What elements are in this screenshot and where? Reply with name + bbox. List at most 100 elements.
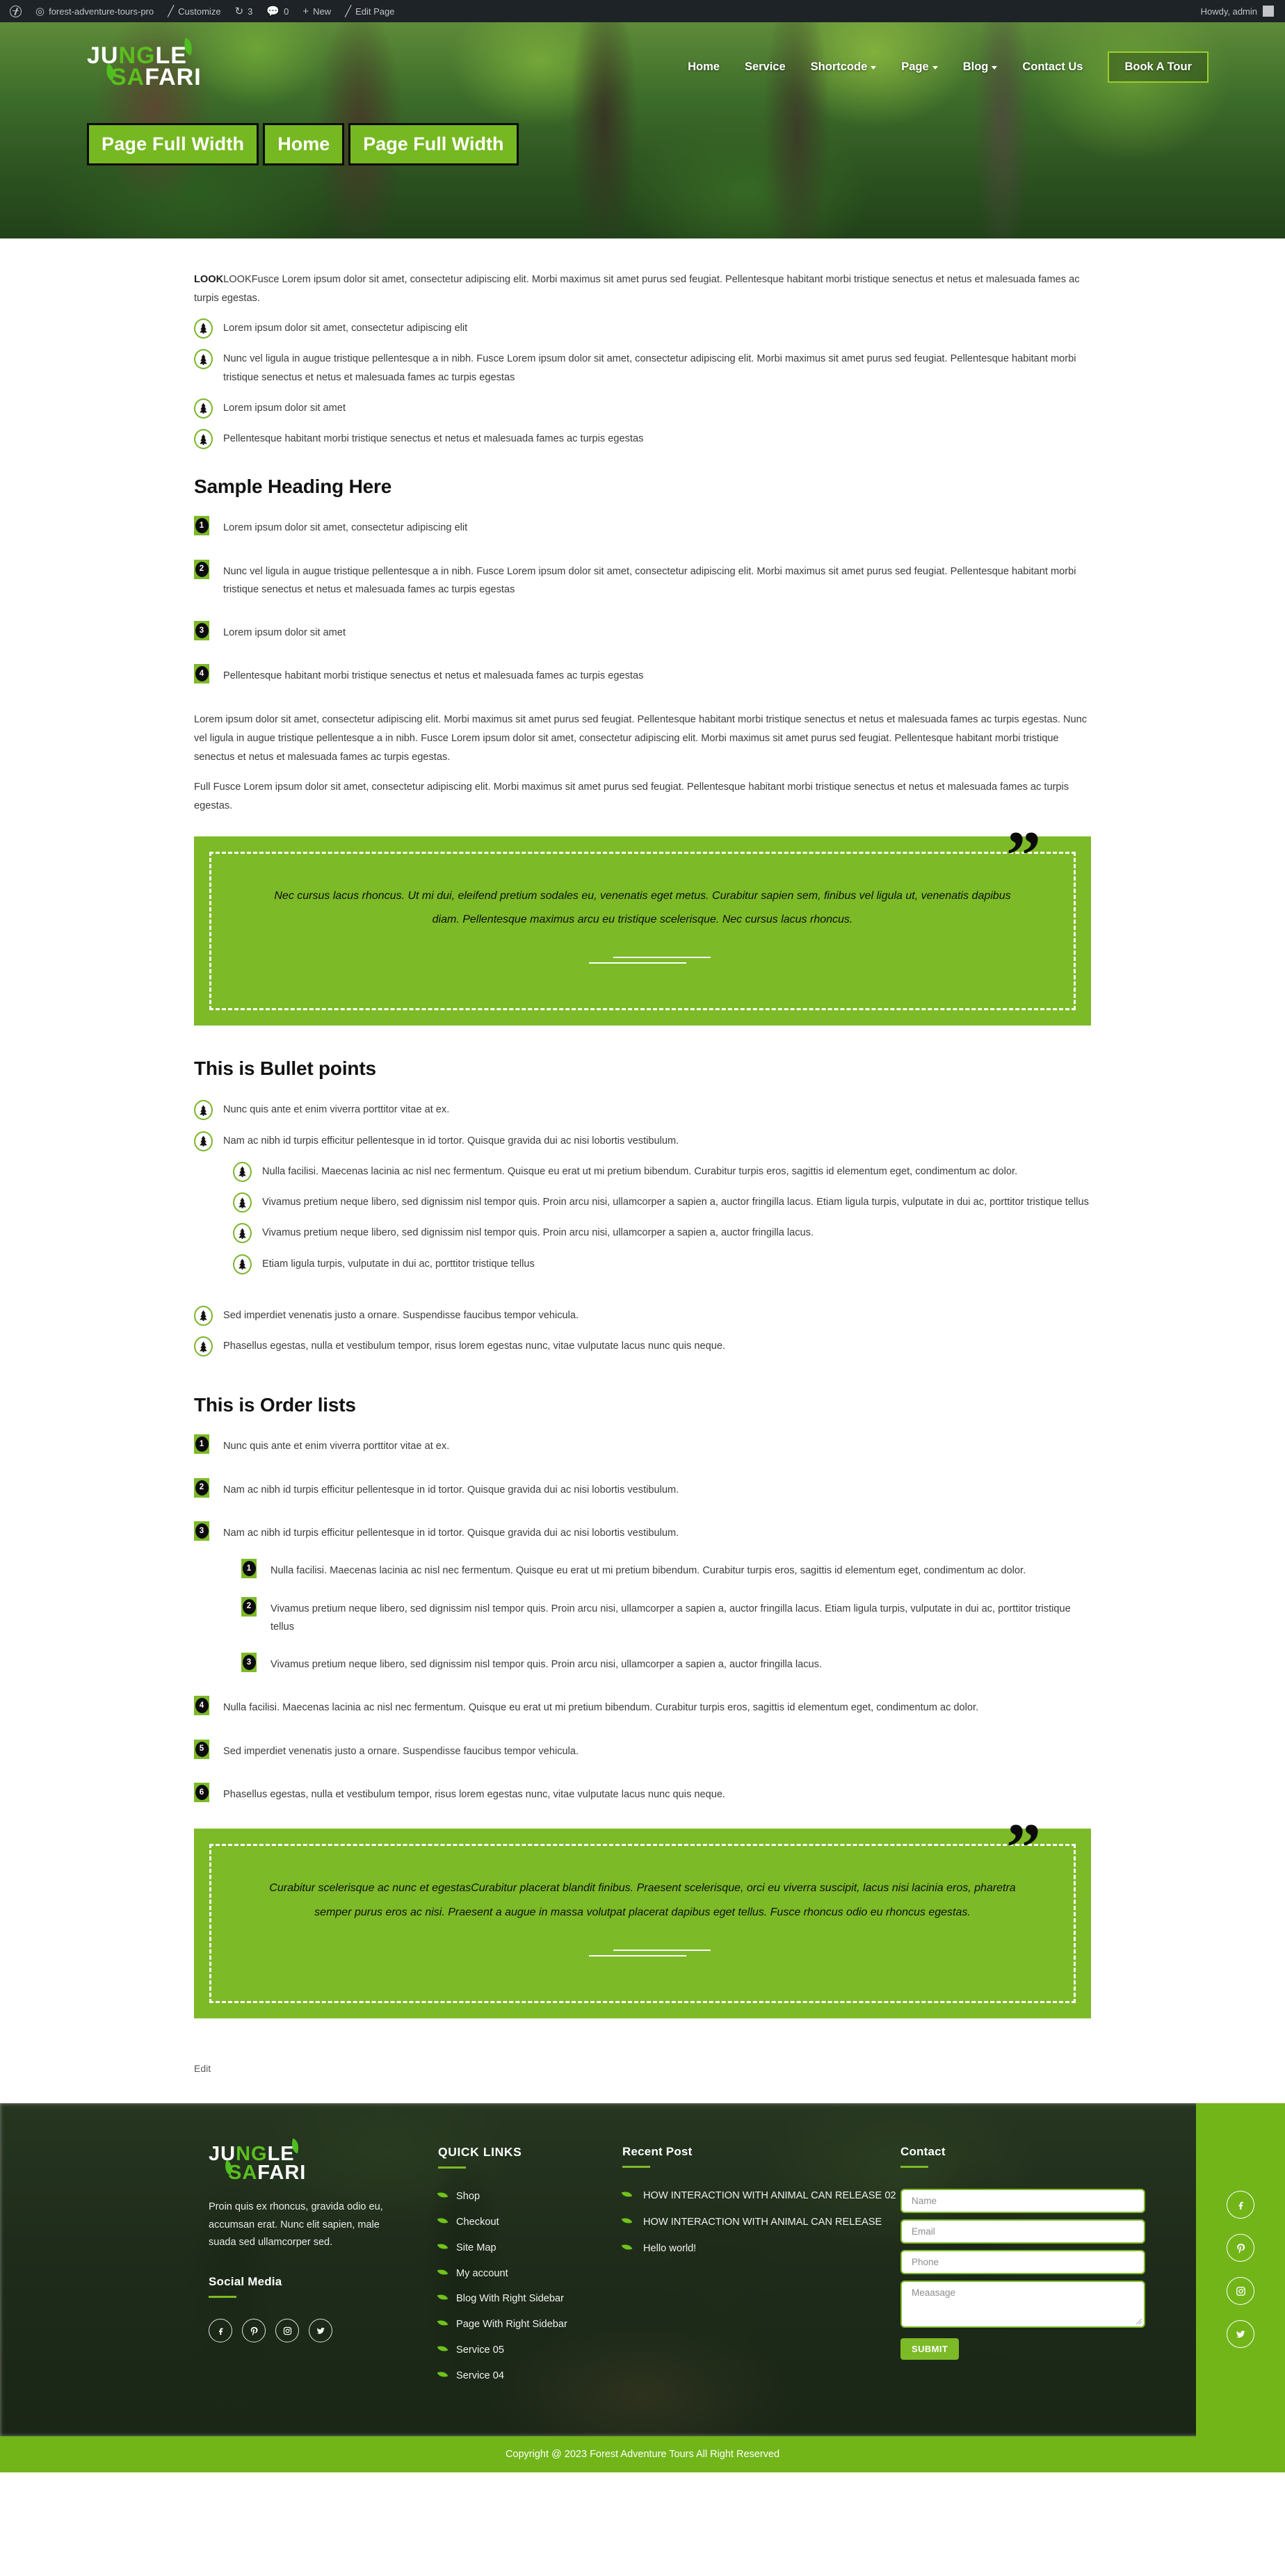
instagram-icon[interactable] <box>1227 2277 1254 2306</box>
leaf-icon <box>437 2189 448 2200</box>
number-badge: 1 <box>242 1561 256 1577</box>
sample-ordered-list: 1 Lorem ipsum dolor sit amet, consectetu… <box>194 516 1091 685</box>
list-item: Nulla facilisi. Maecenas lacinia ac nisl… <box>233 1161 1091 1182</box>
leaf-icon <box>437 2292 448 2303</box>
nav-item-page[interactable]: Page <box>889 56 950 78</box>
nav-item-contact-us[interactable]: Contact Us <box>1010 56 1095 78</box>
instagram-icon[interactable] <box>275 2319 299 2343</box>
intro-paragraph-text: LOOKFusce Lorem ipsum dolor sit amet, co… <box>194 274 1080 304</box>
leaf-icon <box>621 2216 633 2226</box>
quick-link-label: Page With Right Sidebar <box>456 2319 567 2331</box>
site-name-menu[interactable]: ◎ forest-adventure-tours-pro <box>29 0 161 22</box>
intro-bold-label: LOOK <box>194 274 224 285</box>
number-badge: 3 <box>195 1523 209 1539</box>
breadcrumb-item-home[interactable]: Home <box>263 123 345 165</box>
site-header-hero: JUNGLE SAFARI Home Service Shortcode Pag… <box>0 22 1285 238</box>
list-item[interactable]: Site Map <box>437 2241 622 2256</box>
twitter-icon[interactable] <box>1227 2320 1254 2349</box>
number-marker: 1 <box>194 516 209 536</box>
comments-link[interactable]: 💬 0 <box>259 0 296 22</box>
list-item: 2 Nunc vel ligula in augue tristique pel… <box>194 559 1091 599</box>
blockquote-inner: Curabitur scelerisque ac nunc et egestas… <box>209 1844 1076 2003</box>
heading-rule <box>209 2296 236 2299</box>
leaf-icon <box>437 2318 448 2328</box>
tree-bullet-icon <box>233 1254 252 1274</box>
site-logo[interactable]: JUNGLE SAFARI <box>87 37 202 89</box>
facebook-icon[interactable] <box>209 2319 232 2343</box>
twitter-icon[interactable] <box>309 2319 332 2343</box>
edit-link[interactable]: Edit <box>194 2063 211 2074</box>
tree-bullet-icon <box>194 318 213 339</box>
list-item[interactable]: HOW INTERACTION WITH ANIMAL CAN RELEASE <box>621 2215 900 2230</box>
tree-bullet-icon <box>194 1100 213 1121</box>
nav-item-shortcode[interactable]: Shortcode <box>798 56 889 78</box>
list-item-text: Sed imperdiet venenatis justo a ornare. … <box>223 1309 579 1321</box>
email-field[interactable]: Email <box>900 2219 1145 2244</box>
message-field[interactable]: Meaasage <box>900 2280 1145 2328</box>
quick-link-label: Shop <box>456 2190 480 2202</box>
list-item-text: Nam ac nibh id turpis efficitur pellente… <box>223 1527 679 1539</box>
list-item[interactable]: Service 05 <box>437 2343 622 2358</box>
list-item-text: Lorem ipsum dolor sit amet, consectetur … <box>223 322 468 334</box>
updates-link[interactable]: ↻ 3 <box>228 0 260 22</box>
list-item[interactable]: Service 04 <box>437 2369 622 2384</box>
footer-logo[interactable]: JUNGLE SAFARI <box>209 2138 396 2182</box>
wordpress-logo-icon <box>10 5 22 17</box>
footer-quick-links-column: QUICK LINKS Shop Checkout Site Map My ac… <box>437 2145 622 2395</box>
blockquote-1: ” Nec cursus lacus rhoncus. Ut mi dui, e… <box>194 820 1091 1026</box>
list-item[interactable]: My account <box>437 2267 622 2282</box>
list-item: 3 Nam ac nibh id turpis efficitur pellen… <box>194 1521 1091 1674</box>
chevron-down-icon <box>932 65 938 70</box>
pinterest-icon[interactable] <box>242 2319 266 2343</box>
facebook-icon[interactable] <box>1227 2191 1254 2219</box>
pinterest-icon[interactable] <box>1227 2234 1254 2262</box>
howdy-account-menu[interactable]: Howdy, admin <box>1201 6 1282 17</box>
nav-item-blog[interactable]: Blog <box>951 56 1010 78</box>
footer-logo-line-1: JUNGLE <box>209 2144 396 2164</box>
book-a-tour-button[interactable]: Book A Tour <box>1108 51 1209 83</box>
list-item: Etiam ligula turpis, vulputate in dui ac… <box>233 1254 1091 1274</box>
list-item[interactable]: Page With Right Sidebar <box>437 2317 622 2333</box>
name-field[interactable]: Name <box>900 2188 1145 2213</box>
bullet-points-list: Nunc quis ante et enim viverra porttitor… <box>194 1100 1091 1357</box>
new-content-menu[interactable]: + New <box>296 0 338 22</box>
tree-bullet-icon <box>194 398 213 419</box>
number-marker: 3 <box>194 621 209 641</box>
customize-label: Customize <box>178 6 221 17</box>
number-marker: 1 <box>194 1434 209 1455</box>
footer-contact-column: Contact Name Email Phone Meaasage SUBMIT <box>900 2145 1193 2395</box>
customize-link[interactable]: ╱ Customize <box>161 0 227 22</box>
list-item-text: Vivamus pretium neque libero, sed dignis… <box>270 1659 823 1671</box>
list-item-text: Nam ac nibh id turpis efficitur pellente… <box>223 1484 679 1496</box>
list-item: Sed imperdiet venenatis justo a ornare. … <box>194 1305 1091 1326</box>
list-item-text: Nunc quis ante et enim viverra porttitor… <box>223 1441 450 1452</box>
list-item-text: Lorem ipsum dolor sit amet, consectetur … <box>223 522 468 534</box>
phone-field[interactable]: Phone <box>900 2249 1145 2274</box>
nav-item-service[interactable]: Service <box>732 56 798 78</box>
intro-bullet-list: Lorem ipsum dolor sit amet, consectetur … <box>194 318 1091 450</box>
bullet-points-heading: This is Bullet points <box>194 1058 376 1080</box>
tree-bullet-icon <box>194 429 213 450</box>
list-item[interactable]: Blog With Right Sidebar <box>437 2292 622 2307</box>
sample-heading: Sample Heading Here <box>194 476 392 498</box>
list-item[interactable]: HOW INTERACTION WITH ANIMAL CAN RELEASE … <box>621 2189 900 2203</box>
list-item: Lorem ipsum dolor sit amet, consectetur … <box>194 318 1091 339</box>
breadcrumb-item-current: Page Full Width <box>348 123 519 165</box>
submit-button[interactable]: SUBMIT <box>900 2338 960 2360</box>
wp-admin-bar: ◎ forest-adventure-tours-pro ╱ Customize… <box>0 0 1285 22</box>
edit-page-link[interactable]: ╱ Edit Page <box>338 0 401 22</box>
nav-label: Service <box>744 60 786 73</box>
blockquote-inner: Nec cursus lacus rhoncus. Ut mi dui, ele… <box>209 851 1076 1011</box>
list-item[interactable]: Shop <box>437 2189 622 2205</box>
comments-count: 0 <box>284 6 289 17</box>
heading-rule <box>438 2166 466 2169</box>
intro-paragraph: LOOKLOOKFusce Lorem ipsum dolor sit amet… <box>194 270 1091 308</box>
wp-logo-menu[interactable] <box>3 0 29 22</box>
pencil-icon: ╱ <box>168 5 175 17</box>
list-item[interactable]: Hello world! <box>621 2242 900 2256</box>
updates-icon: ↻ <box>234 5 244 17</box>
nav-label: Home <box>688 60 720 73</box>
footer-widgets: JUNGLE SAFARI Proin quis ex rhoncus, gra… <box>0 2103 1285 2437</box>
list-item[interactable]: Checkout <box>437 2215 622 2230</box>
nav-item-home[interactable]: Home <box>675 56 732 78</box>
